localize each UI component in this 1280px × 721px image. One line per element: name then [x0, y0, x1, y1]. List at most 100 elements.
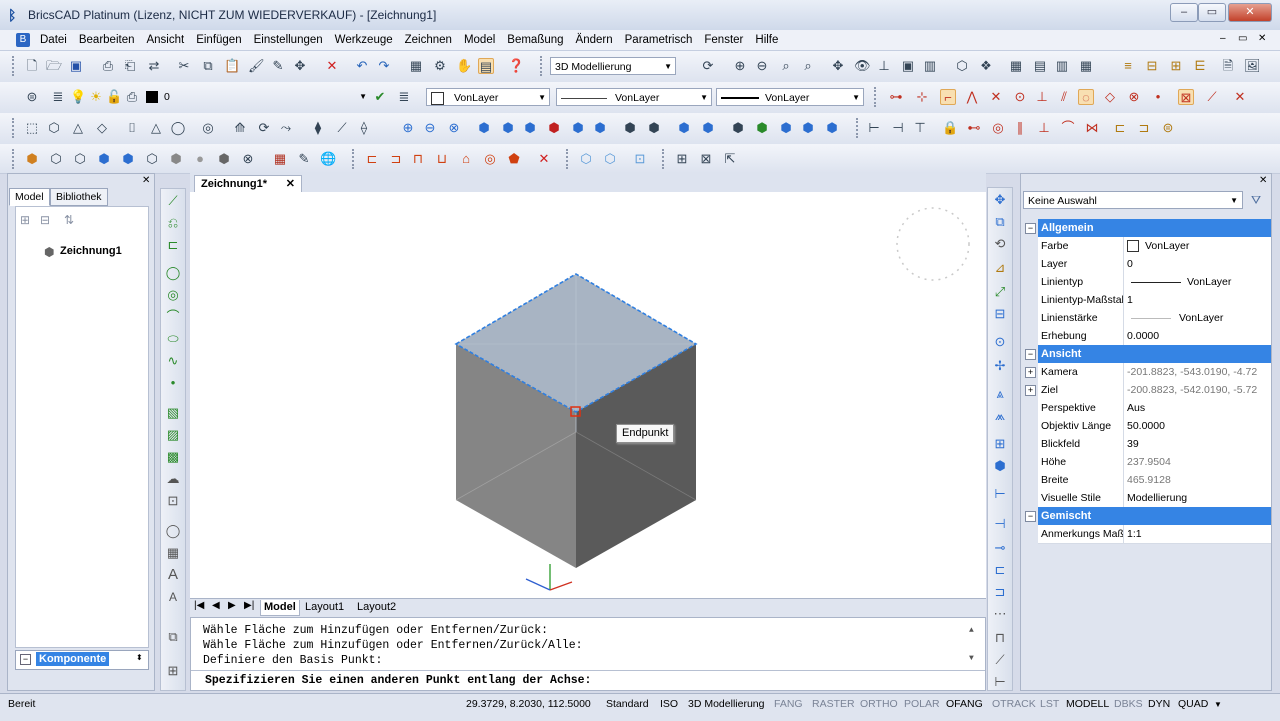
lineweight-dropdown[interactable]: VonLayer ▼: [716, 88, 864, 106]
donut-icon[interactable]: ◯: [165, 523, 181, 539]
design-center-icon[interactable]: ▦: [408, 58, 424, 74]
mesh-sphere-icon[interactable]: ⌂: [458, 151, 474, 167]
property-row[interactable]: Farbe VonLayer: [1038, 237, 1271, 256]
publish-icon[interactable]: ⇄: [146, 58, 162, 74]
linetype-dropdown[interactable]: VonLayer ▼: [556, 88, 712, 106]
rotate-face-icon[interactable]: ⬢: [570, 120, 586, 136]
menu-bearbeiten[interactable]: Bearbeiten: [73, 30, 141, 50]
select-pointer-icon[interactable]: ⇱: [722, 151, 738, 167]
constraint-parallel-icon[interactable]: ∥: [1012, 120, 1028, 136]
status-quad-toggle[interactable]: QUAD: [1178, 697, 1208, 711]
block-icon[interactable]: ⧉: [165, 629, 181, 645]
menu-einstellungen[interactable]: Einstellungen: [248, 30, 329, 50]
face-copy-icon[interactable]: ⬢: [778, 120, 794, 136]
selection-dropdown[interactable]: Keine Auswahl ▼: [1023, 191, 1243, 209]
collapse-icon[interactable]: −: [1025, 511, 1036, 522]
copy-icon[interactable]: ⧉: [200, 58, 216, 74]
status-dim-style[interactable]: ISO: [660, 697, 678, 711]
sphere-icon[interactable]: ◯: [170, 120, 186, 136]
visual-style-edges-icon[interactable]: ⬡: [144, 151, 160, 167]
render-light-icon[interactable]: ⬢: [24, 151, 40, 167]
toolbar-grip[interactable]: [12, 118, 17, 138]
view-3d-right-icon[interactable]: ⬡: [602, 151, 618, 167]
menu-einfuegen[interactable]: Einfügen: [190, 30, 247, 50]
offset-face-icon[interactable]: ⬢: [522, 120, 538, 136]
open-icon[interactable]: 🗁: [46, 58, 62, 74]
print-icon[interactable]: ⎙: [100, 58, 116, 74]
tree-collapse-icon[interactable]: ⊟: [40, 213, 50, 227]
toolbar-grip[interactable]: [352, 149, 357, 169]
property-row[interactable]: Layer 0: [1038, 255, 1271, 274]
tab-bibliothek[interactable]: Bibliothek: [50, 188, 108, 206]
bricscad-app-icon[interactable]: ᛒ: [8, 7, 24, 23]
offset-icon[interactable]: ⊙: [992, 334, 1008, 350]
help-icon[interactable]: ❓: [508, 58, 524, 74]
paste-icon[interactable]: 📋: [224, 58, 240, 74]
doc-restore-button[interactable]: ▭: [1238, 33, 1247, 44]
explode-icon[interactable]: ⊓: [992, 630, 1008, 646]
mesh-cone-icon[interactable]: ⊐: [388, 151, 404, 167]
extend-icon[interactable]: ⊣: [992, 516, 1008, 532]
line-icon[interactable]: ⟋: [165, 193, 181, 209]
first-tab-icon[interactable]: |◀: [194, 600, 204, 611]
quick-select-icon[interactable]: ⛛: [1251, 193, 1261, 208]
visual-style-hidden-icon[interactable]: ⬡: [72, 151, 88, 167]
stretch-icon[interactable]: ⊟: [992, 306, 1008, 322]
collapse-icon[interactable]: −: [1025, 349, 1036, 360]
align-icon[interactable]: ⬢: [992, 458, 1008, 474]
last-tab-icon[interactable]: ▶|: [244, 600, 254, 611]
constraint-vertical-icon[interactable]: ⊐: [1136, 120, 1152, 136]
section-general[interactable]: Allgemein: [1038, 219, 1271, 237]
toolbar-grip[interactable]: [874, 87, 879, 107]
save-icon[interactable]: ▣: [68, 58, 84, 74]
clean-icon[interactable]: ⬢: [824, 120, 840, 136]
status-polar-toggle[interactable]: POLAR: [904, 697, 940, 711]
pyramid-icon[interactable]: ◇: [94, 120, 110, 136]
visual-style-realistic-icon[interactable]: ●: [192, 151, 208, 167]
snap-center-icon[interactable]: ⊙: [1012, 89, 1028, 105]
mesh-box-icon[interactable]: ⊏: [364, 151, 380, 167]
collapse-icon[interactable]: −: [1025, 223, 1036, 234]
layer-previous-icon[interactable]: ≣: [396, 89, 412, 105]
model-viewport[interactable]: [190, 192, 986, 598]
rotate-icon[interactable]: ⟲: [992, 236, 1008, 252]
panel-close-icon[interactable]: ✕: [1259, 175, 1267, 186]
workspace-dropdown[interactable]: 3D Modellierung ▼: [550, 57, 676, 75]
snap-quadrant-icon[interactable]: ◇: [1102, 89, 1118, 105]
property-row[interactable]: Linienstärke VonLayer: [1038, 309, 1271, 328]
spline-icon[interactable]: ∿: [165, 353, 181, 369]
snap-nearest-icon[interactable]: ⊗: [1126, 89, 1142, 105]
chamfer-icon[interactable]: ⊐: [992, 584, 1008, 600]
mtext-icon[interactable]: A: [165, 567, 181, 583]
snap-endpoint-icon[interactable]: ⊶: [888, 89, 904, 105]
lengthen-icon[interactable]: ⟋: [992, 652, 1008, 668]
circle-2p-icon[interactable]: ◎: [165, 287, 181, 303]
ucs-icon[interactable]: ⊥: [876, 58, 892, 74]
array-icon[interactable]: ✢: [992, 358, 1008, 374]
menu-bemassung[interactable]: Bemaßung: [501, 30, 569, 50]
tab-model-layout[interactable]: Model: [260, 600, 300, 616]
menu-model[interactable]: Model: [458, 30, 501, 50]
layer-filter-icon[interactable]: ⋿: [1192, 58, 1208, 74]
pick-icon[interactable]: ✎: [270, 58, 286, 74]
layers-icon[interactable]: ≣: [50, 89, 66, 105]
dimension-ordinate-icon[interactable]: ⊤: [912, 120, 928, 136]
close-button[interactable]: ✕: [1228, 3, 1272, 22]
visual-style-shaded-icon[interactable]: ⬢: [168, 151, 184, 167]
view-cube-icon[interactable]: ⬡: [954, 58, 970, 74]
menu-ansicht[interactable]: Ansicht: [140, 30, 190, 50]
region-icon[interactable]: ▩: [165, 449, 181, 465]
close-icon[interactable]: ✕: [286, 176, 295, 193]
views-icon[interactable]: ▥: [922, 58, 938, 74]
cylinder-icon[interactable]: ⌷: [124, 120, 140, 136]
dimension-linear-icon[interactable]: ⊢: [866, 120, 882, 136]
constraint-concentric-icon[interactable]: ◎: [990, 120, 1006, 136]
gradient-icon[interactable]: ▨: [165, 427, 181, 443]
constraint-tangent-icon[interactable]: ⌒: [1060, 120, 1076, 136]
view-3d-left-icon[interactable]: ⬡: [578, 151, 594, 167]
zoom-window-icon[interactable]: ⌕: [778, 58, 794, 74]
toolbar-grip[interactable]: [856, 118, 861, 138]
constraint-perpendicular-icon[interactable]: ⊥: [1036, 120, 1052, 136]
menu-aendern[interactable]: Ändern: [570, 30, 619, 50]
layer-previous-icon[interactable]: ⊟: [1144, 58, 1160, 74]
